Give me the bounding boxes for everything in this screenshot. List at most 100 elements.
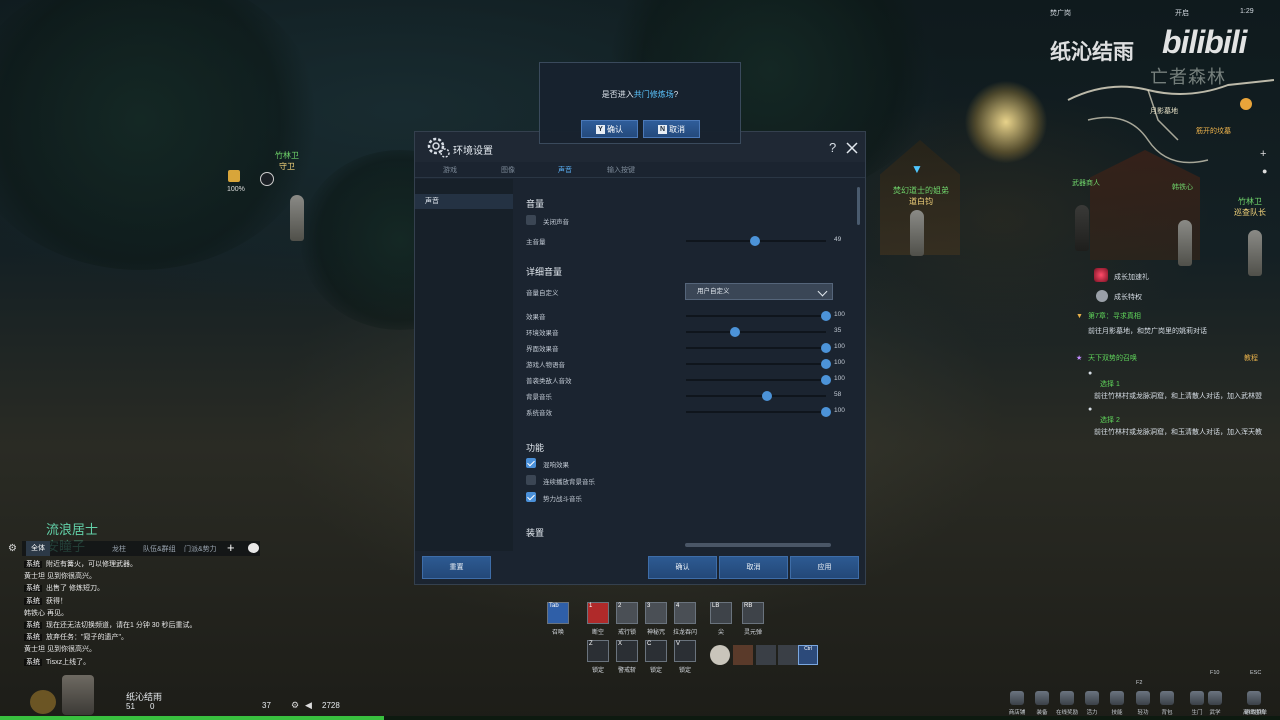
horizontal-scrollbar[interactable] — [685, 543, 831, 547]
skill-slot[interactable]: RB — [742, 602, 764, 624]
master-volume-slider[interactable] — [686, 236, 826, 246]
speaker-icon[interactable]: ◀ — [305, 700, 312, 711]
chat-tab-all[interactable]: 全体 — [26, 541, 50, 556]
confirm-button[interactable]: 确认 — [648, 556, 717, 579]
npc-guard[interactable] — [290, 195, 304, 241]
chat-tab-dragon[interactable]: 龙柱 — [112, 544, 126, 554]
side-quest-title[interactable]: 天下双势的召唤 — [1088, 353, 1137, 364]
detail-volume-slider[interactable] — [686, 407, 831, 417]
mute-checkbox[interactable] — [526, 215, 536, 225]
chat-line[interactable]: 系统 出售了 修炼短刀。 — [24, 583, 104, 593]
slider-knob[interactable] — [821, 343, 831, 353]
choice1-desc[interactable]: 前往竹林村或龙脉洞窟，和上清散人对话，加入武林盟 — [1094, 391, 1262, 402]
slider-knob[interactable] — [821, 375, 831, 385]
item-slot-icon[interactable] — [733, 645, 753, 665]
chat-tab-party[interactable]: 队伍&群组 — [143, 544, 176, 554]
slider-knob[interactable] — [730, 327, 740, 337]
slider-knob[interactable] — [821, 407, 831, 417]
skill-slot[interactable]: 4 — [674, 602, 696, 624]
skill-slot[interactable]: Tab — [547, 602, 569, 624]
choice2-desc[interactable]: 前往竹林村或龙脉洞窟，和玉清散人对话，加入浑天教 — [1094, 427, 1262, 438]
detail-volume-slider[interactable] — [686, 375, 831, 385]
menu-icon[interactable] — [1085, 691, 1099, 705]
npc-villager[interactable] — [1178, 220, 1192, 266]
skill-slot[interactable]: C — [645, 640, 667, 662]
growth-privilege-label[interactable]: 成长特权 — [1114, 292, 1142, 303]
prompt-confirm-button[interactable]: Y 确认 — [581, 120, 638, 138]
chat-line[interactable]: 系统 放弃任务："窥子的遗产"。 — [24, 632, 128, 642]
detail-volume-slider[interactable] — [686, 327, 826, 337]
npc-captain[interactable] — [1248, 230, 1262, 276]
faction-music-checkbox[interactable] — [526, 492, 536, 502]
detail-volume-slider[interactable] — [686, 311, 831, 321]
skill-slot[interactable]: 1 — [587, 602, 609, 624]
menu-icon[interactable] — [1136, 691, 1150, 705]
main-quest-title[interactable]: 第7章：寻求真相 — [1088, 311, 1141, 322]
detail-volume-slider[interactable] — [686, 359, 831, 369]
settings-icon[interactable]: ⚙ — [291, 700, 299, 711]
menu-icon[interactable] — [1208, 691, 1222, 705]
menu-icon[interactable] — [1160, 691, 1174, 705]
cancel-button[interactable]: 取消 — [719, 556, 788, 579]
detail-volume-slider[interactable] — [686, 343, 831, 353]
menu-icon[interactable] — [1190, 691, 1204, 705]
ctrl-swap-icon[interactable]: Ctrl — [798, 645, 818, 665]
main-quest-desc[interactable]: 前往月影墓地，和焚广岗里的姚莉对话 — [1088, 326, 1207, 337]
choice2-title[interactable]: 选择 2 — [1100, 415, 1120, 426]
chat-settings-icon[interactable]: ⚙ — [8, 543, 17, 554]
tab-sound[interactable]: 声音 — [558, 165, 572, 175]
slider-knob[interactable] — [762, 391, 773, 401]
slider-knob[interactable] — [749, 236, 760, 246]
item-slot-icon[interactable] — [710, 645, 730, 665]
apply-button[interactable]: 应用 — [790, 556, 859, 579]
slider-knob[interactable] — [821, 359, 831, 369]
skill-slot[interactable]: 2 — [616, 602, 638, 624]
chat-bubble-icon[interactable] — [248, 543, 259, 553]
help-button[interactable]: ? — [829, 141, 836, 155]
item-slot-icon[interactable] — [778, 645, 798, 665]
menu-icon[interactable] — [1110, 691, 1124, 705]
lightbulb-icon[interactable]: ● — [1262, 166, 1267, 176]
vertical-scrollbar[interactable] — [857, 187, 860, 225]
reset-button[interactable]: 重置 — [422, 556, 491, 579]
menu-icon[interactable] — [1010, 691, 1024, 705]
skill-slot[interactable]: LB — [710, 602, 732, 624]
growth-gift-label[interactable]: 成长加速礼 — [1114, 272, 1149, 283]
sidebar-item-sound[interactable]: 声音 — [415, 194, 513, 209]
privilege-icon[interactable] — [1096, 290, 1108, 302]
skill-slot[interactable]: Z — [587, 640, 609, 662]
menu-label[interactable]: 游戏菜单 — [1242, 708, 1270, 716]
menu-icon[interactable] — [1060, 691, 1074, 705]
chat-line[interactable]: 系统 现在还无法切换频道，请在1 分钟 30 秒后重试。 — [24, 620, 197, 630]
choice1-title[interactable]: 选择 1 — [1100, 379, 1120, 390]
chat-tab-clan[interactable]: 门派&势力 — [184, 544, 217, 554]
gift-icon[interactable] — [1094, 268, 1108, 282]
menu-icon[interactable] — [1035, 691, 1049, 705]
chat-line[interactable]: 系统 Tisxz上线了。 — [24, 657, 90, 667]
close-icon[interactable] — [845, 141, 859, 155]
skill-slot[interactable]: 3 — [645, 602, 667, 624]
chat-add-icon[interactable]: + — [227, 541, 235, 555]
slider-knob[interactable] — [821, 311, 831, 321]
tab-game[interactable]: 游戏 — [443, 165, 457, 175]
detail-volume-slider[interactable] — [686, 391, 826, 401]
tab-keybinds[interactable]: 输入按键 — [607, 165, 635, 175]
chat-line[interactable]: 韩铁心 再见。 — [24, 608, 68, 618]
avatar[interactable] — [62, 675, 94, 715]
prompt-cancel-button[interactable]: N 取消 — [643, 120, 700, 138]
reverb-checkbox[interactable] — [526, 458, 536, 468]
skill-slot[interactable]: V — [674, 640, 696, 662]
menu-icon[interactable] — [1247, 691, 1261, 705]
chat-line[interactable]: 黄士坦 见到你很高兴。 — [24, 571, 96, 581]
preset-dropdown[interactable]: 用户自定义 — [685, 283, 833, 300]
chat-line[interactable]: 系统 附近有篝火，可以修理武器。 — [24, 559, 137, 569]
zoom-in-icon[interactable]: + — [1260, 148, 1266, 160]
npc-taoist[interactable] — [910, 210, 924, 256]
item-slot-icon[interactable] — [756, 645, 776, 665]
chat-line[interactable]: 黄士坦 见到你很高兴。 — [24, 644, 96, 654]
compass-icon[interactable] — [1240, 98, 1252, 110]
tab-graphics[interactable]: 图像 — [501, 165, 515, 175]
chat-line[interactable]: 系统 获得！ — [24, 596, 67, 606]
continuous-bgm-checkbox[interactable] — [526, 475, 536, 485]
skill-slot[interactable]: X — [616, 640, 638, 662]
